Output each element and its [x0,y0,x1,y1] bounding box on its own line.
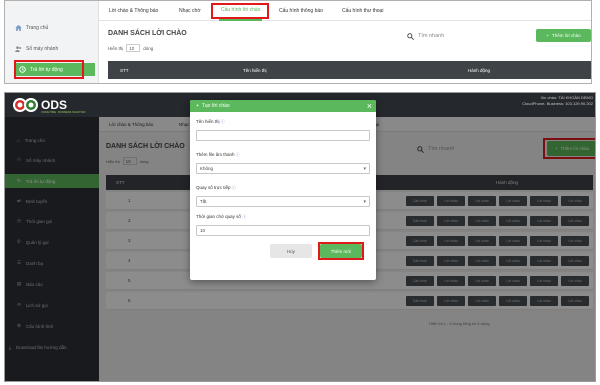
plus-icon: + [196,103,199,109]
tab-greetings-notices[interactable]: Lời chào & Thông báo [109,1,158,21]
cancel-button[interactable]: Hủy [270,244,312,258]
sidebar: Trang chủ Số máy nhánh Trả lời tự động [5,1,99,83]
chevron-down-icon: ▾ [363,166,366,172]
search-input[interactable]: Tìm nhanh [407,30,517,42]
info-icon: ⓘ [231,185,236,190]
close-icon[interactable]: × [367,101,372,111]
page-size-input[interactable]: 10 [126,44,141,52]
plus-icon: + [546,33,549,38]
direct-dial-select[interactable]: Tắt ▾ [196,196,370,207]
sidebar-item-label: Trang chủ [26,24,49,31]
sound-label: Thêm file âm thanh ⓘ [196,152,240,157]
svg-text:VOICE TIME · BUSINESS SOLUTION: VOICE TIME · BUSINESS SOLUTION [41,110,85,114]
name-label: Tên hiển thị ⓘ [196,119,225,124]
users-icon [15,45,22,52]
column-header-name[interactable]: Tên hiển thị [243,61,267,79]
search-placeholder: Tìm nhanh [418,33,445,39]
show-label: Hiển thị [108,45,124,51]
table-header: STT Tên hiển thị Hành động [108,61,591,79]
tab-bar: Lời chào & Thông báo Nhạc chờ Cấu hình l… [99,1,591,21]
highlight-box [318,242,364,260]
wait-time-label: Thời gian chờ quay số ⓘ [196,214,247,219]
search-icon [407,32,414,40]
name-field[interactable] [196,130,370,141]
sidebar-item-label: Số máy nhánh [26,45,59,52]
chevron-down-icon: ▾ [363,199,366,205]
tab-hold-music[interactable]: Nhạc chờ [179,1,201,21]
info-icon: ⓘ [242,214,247,219]
highlight-box [211,3,269,19]
dialog-title: Tạo lời chào [201,103,230,109]
top-screenshot: Trang chủ Số máy nhánh Trả lời tự động L… [4,0,592,84]
page-title: DANH SÁCH LỜI CHÀO [108,30,187,37]
server-info: CloudPhone- Business: 103.129.90.202 [522,101,593,106]
sidebar-item-extensions[interactable]: Số máy nhánh [11,42,97,55]
wait-time-field[interactable]: 10 [196,225,370,236]
column-header-actions: Hành động [468,67,491,73]
user-info[interactable]: Xin chào: TÀI KHOẢN DEMO CloudPhone- Bus… [522,95,593,107]
add-greeting-label: Thêm lời chào [551,33,581,38]
info-icon: ⓘ [220,119,225,124]
rows-label: dòng [143,45,154,51]
home-icon [15,24,22,31]
ods-logo: ODS VOICE TIME · BUSINESS SOLUTION [11,96,97,114]
svg-text:ODS: ODS [41,98,67,112]
add-greeting-button[interactable]: + Thêm lời chào [536,29,591,42]
create-greeting-dialog: + Tạo lời chào × Tên hiển thị ⓘ Thêm fil… [190,100,376,280]
direct-dial-label: Quay số trực tiếp ⓘ [196,185,236,190]
highlight-box [14,60,84,79]
sound-select[interactable]: Không ▾ [196,163,370,174]
page-size-control: Hiển thị 10 dòng [108,44,153,52]
info-icon: ⓘ [235,152,240,157]
tab-voicemail-config[interactable]: Cấu hình thư thoại [342,1,383,21]
column-header-stt[interactable]: STT [120,61,129,79]
sidebar-item-home[interactable]: Trang chủ [11,21,97,34]
dialog-header: + Tạo lời chào [190,100,376,112]
tab-notice-config[interactable]: Cấu hình thông báo [279,1,323,21]
